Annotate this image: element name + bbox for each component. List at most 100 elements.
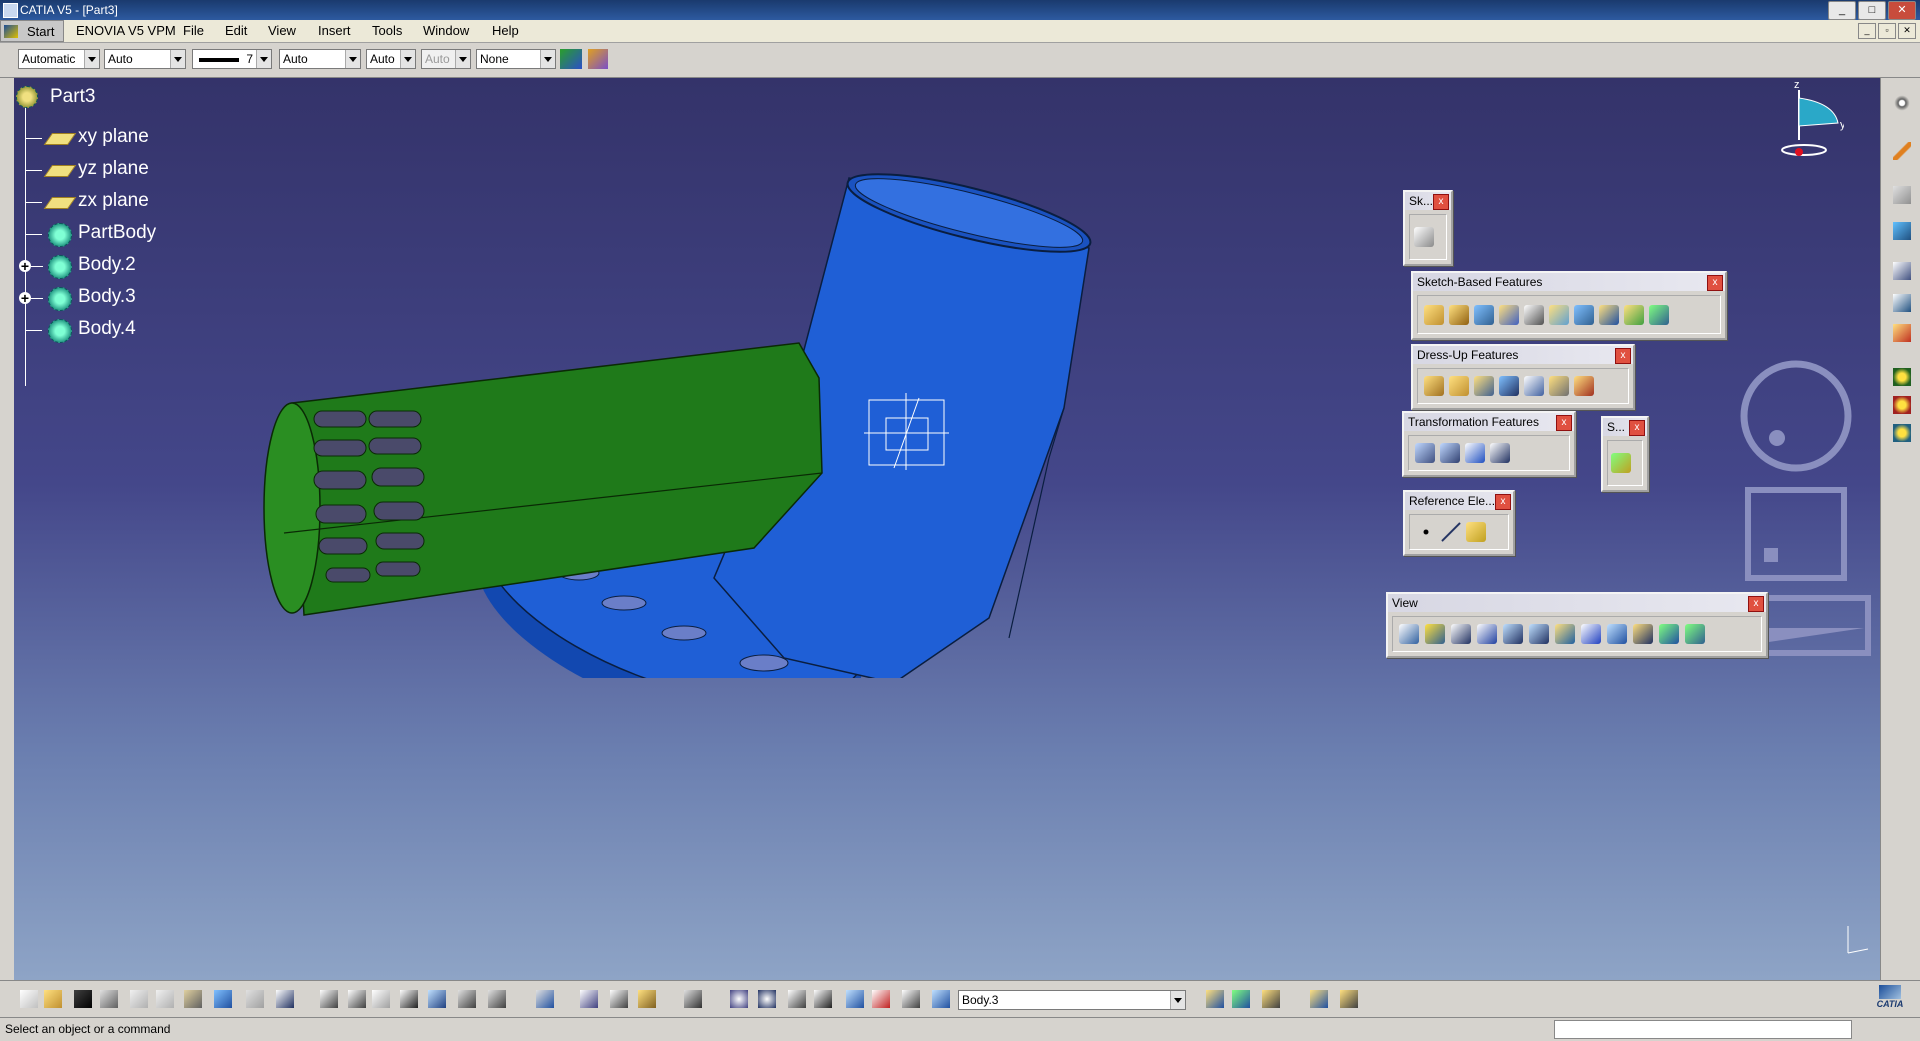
layer-combo[interactable]: None — [476, 49, 556, 69]
command-input[interactable] — [1554, 1020, 1852, 1039]
compass-toggle-icon[interactable] — [758, 990, 776, 1008]
measure-between-icon[interactable] — [580, 990, 598, 1008]
minimize-button[interactable]: _ — [1828, 1, 1856, 20]
axis-system-icon[interactable] — [1893, 222, 1911, 240]
doc-close-button[interactable]: ✕ — [1898, 23, 1916, 39]
color-combo[interactable]: Automatic — [18, 49, 100, 69]
sketch-icon[interactable] — [1414, 227, 1434, 247]
remove-face-icon[interactable] — [1574, 376, 1594, 396]
paste-icon[interactable] — [184, 990, 202, 1008]
menu-help[interactable]: Help — [492, 23, 519, 38]
assemble-icon[interactable] — [1893, 424, 1911, 442]
close-toolbar-icon[interactable]: x — [1748, 596, 1764, 612]
point-type-combo[interactable]: Auto — [366, 49, 416, 69]
plane-tool-icon[interactable] — [1466, 522, 1486, 542]
grid-icon[interactable] — [814, 990, 832, 1008]
snap-icon[interactable] — [846, 990, 864, 1008]
split-icon[interactable] — [1611, 453, 1631, 473]
line-icon[interactable] — [1441, 522, 1461, 542]
library-icon[interactable] — [488, 990, 506, 1008]
rule-icon[interactable] — [372, 990, 390, 1008]
update-icon[interactable] — [1893, 186, 1911, 204]
catalog-icon[interactable] — [458, 990, 476, 1008]
measure-icon[interactable] — [1893, 294, 1911, 312]
axis-toggle-icon[interactable] — [788, 990, 806, 1008]
whats-this-icon[interactable] — [276, 990, 294, 1008]
multi-section-solid-icon[interactable] — [1624, 304, 1644, 325]
3d-model[interactable] — [14, 78, 1214, 678]
menu-view[interactable]: View — [268, 23, 296, 38]
mirror-icon[interactable] — [1440, 443, 1460, 463]
zoom-in-icon[interactable] — [1503, 624, 1523, 644]
undo-icon[interactable] — [214, 990, 232, 1008]
define-work-object-icon[interactable] — [932, 990, 950, 1008]
groove-icon[interactable] — [1499, 304, 1519, 325]
menu-tools[interactable]: Tools — [372, 23, 402, 38]
apply-material-icon[interactable] — [1893, 324, 1911, 342]
constraint-icon[interactable] — [536, 990, 554, 1008]
annotation-icon[interactable] — [1893, 262, 1911, 280]
line-type-combo[interactable]: Auto — [279, 49, 361, 69]
copy-icon[interactable] — [156, 990, 174, 1008]
save-icon[interactable] — [74, 990, 92, 1008]
mass-icon[interactable] — [638, 990, 656, 1008]
chamfer-icon[interactable] — [1449, 376, 1469, 396]
pan-icon[interactable] — [1451, 624, 1471, 644]
hole-icon[interactable] — [1524, 304, 1544, 325]
format-painter-icon[interactable] — [560, 49, 582, 69]
close-button[interactable]: ✕ — [1888, 1, 1916, 20]
left-scroll-strip[interactable] — [0, 78, 15, 980]
capture-icon[interactable] — [684, 990, 702, 1008]
formula-icon[interactable] — [320, 990, 338, 1008]
fillet-icon[interactable] — [1424, 376, 1444, 396]
close-toolbar-icon[interactable]: x — [1707, 275, 1723, 291]
apply-parameter-icon[interactable] — [1232, 990, 1250, 1008]
normal-view-icon[interactable] — [1555, 624, 1575, 644]
tools-palette-icon[interactable] — [872, 990, 890, 1008]
print-icon[interactable] — [100, 990, 118, 1008]
isometric-view-icon[interactable] — [1607, 624, 1627, 644]
point-icon[interactable] — [1416, 522, 1436, 542]
design-table-icon[interactable] — [400, 990, 418, 1008]
pattern-icon[interactable] — [1465, 443, 1485, 463]
shell-icon[interactable] — [1499, 376, 1519, 396]
removed-multi-section-icon[interactable] — [1649, 304, 1669, 325]
shading-icon[interactable] — [1633, 624, 1653, 644]
3d-viewport[interactable]: Part3 xy plane yz plane zx plane PartBod… — [14, 78, 1880, 980]
shaft-icon[interactable] — [1474, 304, 1494, 325]
instantiate-icon[interactable] — [428, 990, 446, 1008]
current-body-combo[interactable]: Body.3 — [958, 990, 1186, 1010]
rib-icon[interactable] — [1549, 304, 1569, 325]
translation-icon[interactable] — [1415, 443, 1435, 463]
draft-analysis-icon[interactable] — [1340, 990, 1358, 1008]
slot-icon[interactable] — [1574, 304, 1594, 325]
cut-icon[interactable] — [130, 990, 148, 1008]
close-toolbar-icon[interactable]: x — [1495, 494, 1511, 510]
transparency-combo[interactable]: Auto — [104, 49, 186, 69]
stiffener-icon[interactable] — [1599, 304, 1619, 325]
doc-minimize-button[interactable]: _ — [1858, 23, 1876, 39]
list-icon[interactable] — [902, 990, 920, 1008]
knowledge-comment-icon[interactable] — [348, 990, 366, 1008]
doc-restore-button[interactable]: ▫ — [1878, 23, 1896, 39]
close-toolbar-icon[interactable]: x — [1629, 420, 1645, 436]
pad-icon[interactable] — [1424, 304, 1444, 325]
measure-item-icon[interactable] — [610, 990, 628, 1008]
pocket-icon[interactable] — [1449, 304, 1469, 325]
thickness-icon[interactable] — [1524, 376, 1544, 396]
swap-visible-space-icon[interactable] — [1685, 624, 1705, 644]
select-cursor-icon[interactable] — [1893, 142, 1911, 160]
fit-all-in-icon[interactable] — [1425, 624, 1445, 644]
menu-enovia[interactable]: ENOVIA V5 VPM — [76, 23, 176, 38]
body-tool-icon[interactable] — [1893, 368, 1911, 386]
new-file-icon[interactable] — [20, 990, 38, 1008]
rotate-icon[interactable] — [1477, 624, 1497, 644]
menu-window[interactable]: Window — [423, 23, 469, 38]
workbench-part-design-icon[interactable] — [1893, 94, 1911, 112]
close-toolbar-icon[interactable]: x — [1556, 415, 1572, 431]
knowledge-advisor-icon[interactable] — [1262, 990, 1280, 1008]
hide-show-icon[interactable] — [1659, 624, 1679, 644]
fly-mode-icon[interactable] — [1399, 624, 1419, 644]
line-weight-combo[interactable]: 7 — [192, 49, 272, 69]
close-toolbar-icon[interactable]: x — [1433, 194, 1449, 210]
